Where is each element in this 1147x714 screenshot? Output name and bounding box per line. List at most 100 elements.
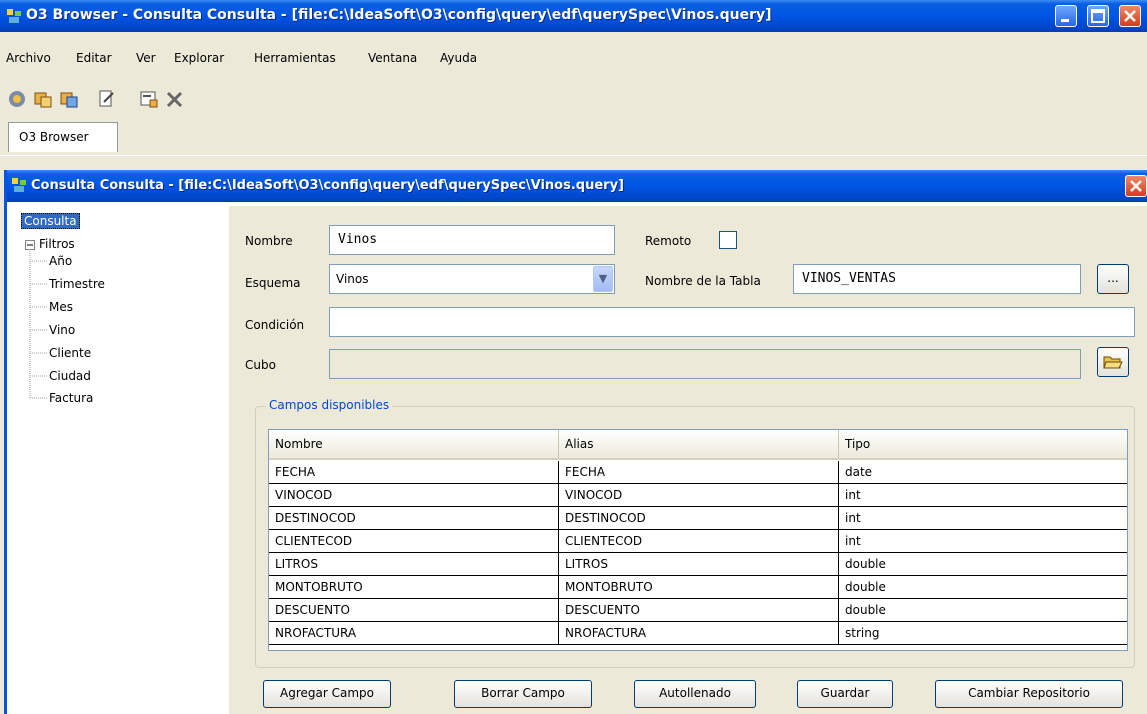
cell-alias[interactable]: LITROS bbox=[559, 553, 839, 575]
cubo-label: Cubo bbox=[245, 358, 276, 372]
remoto-checkbox[interactable] bbox=[719, 231, 737, 249]
minimize-button[interactable] bbox=[1055, 5, 1077, 27]
tab-label: O3 Browser bbox=[19, 130, 89, 144]
folder-open-icon bbox=[1103, 356, 1123, 369]
tools-icon[interactable] bbox=[164, 88, 186, 110]
chevron-down-icon[interactable]: ▼ bbox=[593, 266, 613, 292]
cell-tipo[interactable]: double bbox=[839, 576, 1127, 598]
query-window: Consulta Consulta - [file:C:\IdeaSoft\O3… bbox=[4, 170, 1147, 714]
menu-ventana[interactable]: Ventana bbox=[368, 51, 417, 65]
cell-nombre[interactable]: DESTINOCOD bbox=[269, 507, 559, 529]
cell-alias[interactable]: MONTOBRUTO bbox=[559, 576, 839, 598]
cube-open-icon[interactable] bbox=[32, 88, 54, 110]
cell-nombre[interactable]: FECHA bbox=[269, 461, 559, 483]
query-window-title: Consulta Consulta - [file:C:\IdeaSoft\O3… bbox=[31, 178, 624, 193]
cell-nombre[interactable]: MONTOBRUTO bbox=[269, 576, 559, 598]
table-row[interactable]: VINOCOD VINOCOD int bbox=[269, 484, 1127, 507]
cell-alias[interactable]: CLIENTECOD bbox=[559, 530, 839, 552]
nombre-input[interactable]: Vinos bbox=[329, 225, 615, 255]
menu-editar[interactable]: Editar bbox=[76, 51, 112, 65]
tab-o3-browser[interactable]: O3 Browser bbox=[8, 122, 118, 152]
menu-ver[interactable]: Ver bbox=[136, 51, 156, 65]
cell-alias[interactable]: DESCUENTO bbox=[559, 599, 839, 621]
guardar-button[interactable]: Guardar bbox=[797, 680, 893, 708]
edit-document-icon[interactable] bbox=[96, 88, 118, 110]
tree-node-consulta[interactable]: Consulta bbox=[21, 213, 80, 229]
cell-tipo[interactable]: date bbox=[839, 461, 1127, 483]
tree-node-cliente[interactable]: Cliente bbox=[49, 346, 91, 360]
app-icon bbox=[12, 178, 26, 192]
table-row[interactable]: DESCUENTO DESCUENTO double bbox=[269, 599, 1127, 622]
tree-node-ciudad[interactable]: Ciudad bbox=[49, 369, 91, 383]
agregar-campo-button[interactable]: Agregar Campo bbox=[263, 680, 391, 708]
table-row[interactable]: LITROS LITROS double bbox=[269, 553, 1127, 576]
column-header-tipo[interactable]: Tipo bbox=[839, 430, 1127, 458]
cell-tipo[interactable]: double bbox=[839, 599, 1127, 621]
cell-tipo[interactable]: int bbox=[839, 507, 1127, 529]
campos-group: Campos disponibles Nombre Alias Tipo FEC… bbox=[255, 398, 1135, 668]
close-button[interactable] bbox=[1119, 5, 1141, 27]
cell-alias[interactable]: FECHA bbox=[559, 461, 839, 483]
close-icon bbox=[1124, 10, 1136, 22]
table-row[interactable]: MONTOBRUTO MONTOBRUTO double bbox=[269, 576, 1127, 599]
campos-group-title: Campos disponibles bbox=[266, 398, 393, 412]
table-row[interactable]: NROFACTURA NROFACTURA string bbox=[269, 622, 1127, 645]
remoto-label: Remoto bbox=[645, 234, 692, 248]
window-titlebar: O3 Browser - Consulta Consulta - [file:C… bbox=[0, 0, 1147, 32]
browse-table-button[interactable]: ... bbox=[1097, 264, 1129, 294]
query-close-button[interactable] bbox=[1125, 175, 1147, 197]
tree-node-ano[interactable]: Año bbox=[49, 254, 72, 268]
cell-tipo[interactable]: int bbox=[839, 484, 1127, 506]
cell-nombre[interactable]: NROFACTURA bbox=[269, 622, 559, 644]
app-icon bbox=[7, 9, 21, 23]
query-form: Nombre Vinos Remoto Esquema Vinos ▼ Nomb… bbox=[235, 206, 1147, 714]
condicion-label: Condición bbox=[245, 318, 305, 332]
cell-tipo[interactable]: double bbox=[839, 553, 1127, 575]
connect-icon[interactable] bbox=[6, 88, 28, 110]
table-row[interactable]: CLIENTECOD CLIENTECOD int bbox=[269, 530, 1127, 553]
tabla-input[interactable]: VINOS_VENTAS bbox=[793, 264, 1081, 294]
maximize-icon bbox=[1091, 9, 1105, 23]
esquema-select[interactable]: Vinos ▼ bbox=[329, 264, 615, 294]
maximize-button[interactable] bbox=[1087, 5, 1109, 27]
tree-node-mes[interactable]: Mes bbox=[49, 300, 73, 314]
tabla-label: Nombre de la Tabla bbox=[645, 274, 761, 288]
tree-node-vino[interactable]: Vino bbox=[49, 323, 75, 337]
campos-table: Nombre Alias Tipo FECHA FECHA date VINOCOD V… bbox=[268, 429, 1128, 651]
condicion-input[interactable] bbox=[329, 307, 1135, 337]
window-title: O3 Browser - Consulta Consulta - [file:C… bbox=[26, 7, 772, 23]
borrar-campo-button[interactable]: Borrar Campo bbox=[454, 680, 592, 708]
cell-alias[interactable]: DESTINOCOD bbox=[559, 507, 839, 529]
cubo-input bbox=[329, 349, 1081, 379]
column-header-nombre[interactable]: Nombre bbox=[269, 430, 559, 458]
query-tree: Consulta Filtros Año Trimestre Mes Vino … bbox=[21, 213, 219, 708]
menu-explorar[interactable]: Explorar bbox=[174, 51, 224, 65]
menu-ayuda[interactable]: Ayuda bbox=[440, 51, 477, 65]
menu-herramientas[interactable]: Herramientas bbox=[254, 51, 336, 65]
cell-alias[interactable]: NROFACTURA bbox=[559, 622, 839, 644]
tree-lines bbox=[29, 249, 47, 399]
table-row[interactable]: FECHA FECHA date bbox=[269, 461, 1127, 484]
document-tabs: O3 Browser bbox=[0, 116, 1147, 156]
tree-node-trimestre[interactable]: Trimestre bbox=[49, 277, 105, 291]
menu-archivo[interactable]: Archivo bbox=[6, 51, 51, 65]
column-header-alias[interactable]: Alias bbox=[559, 430, 839, 458]
cell-nombre[interactable]: CLIENTECOD bbox=[269, 530, 559, 552]
query-window-titlebar: Consulta Consulta - [file:C:\IdeaSoft\O3… bbox=[7, 170, 1147, 202]
cell-tipo[interactable]: string bbox=[839, 622, 1127, 644]
nombre-label: Nombre bbox=[245, 234, 293, 248]
cell-nombre[interactable]: LITROS bbox=[269, 553, 559, 575]
cell-alias[interactable]: VINOCOD bbox=[559, 484, 839, 506]
menu-bar: Archivo Editar Ver Explorar Herramientas… bbox=[0, 44, 1147, 70]
autollenado-button[interactable]: Autollenado bbox=[634, 680, 756, 708]
cube-icon[interactable] bbox=[58, 88, 80, 110]
open-cube-button[interactable] bbox=[1097, 347, 1129, 377]
tree-node-factura[interactable]: Factura bbox=[49, 391, 93, 405]
cell-nombre[interactable]: VINOCOD bbox=[269, 484, 559, 506]
cell-nombre[interactable]: DESCUENTO bbox=[269, 599, 559, 621]
cell-tipo[interactable]: int bbox=[839, 530, 1127, 552]
cambiar-repositorio-button[interactable]: Cambiar Repositorio bbox=[935, 680, 1123, 708]
table-header: Nombre Alias Tipo bbox=[269, 430, 1127, 460]
properties-icon[interactable] bbox=[138, 88, 160, 110]
table-row[interactable]: DESTINOCOD DESTINOCOD int bbox=[269, 507, 1127, 530]
